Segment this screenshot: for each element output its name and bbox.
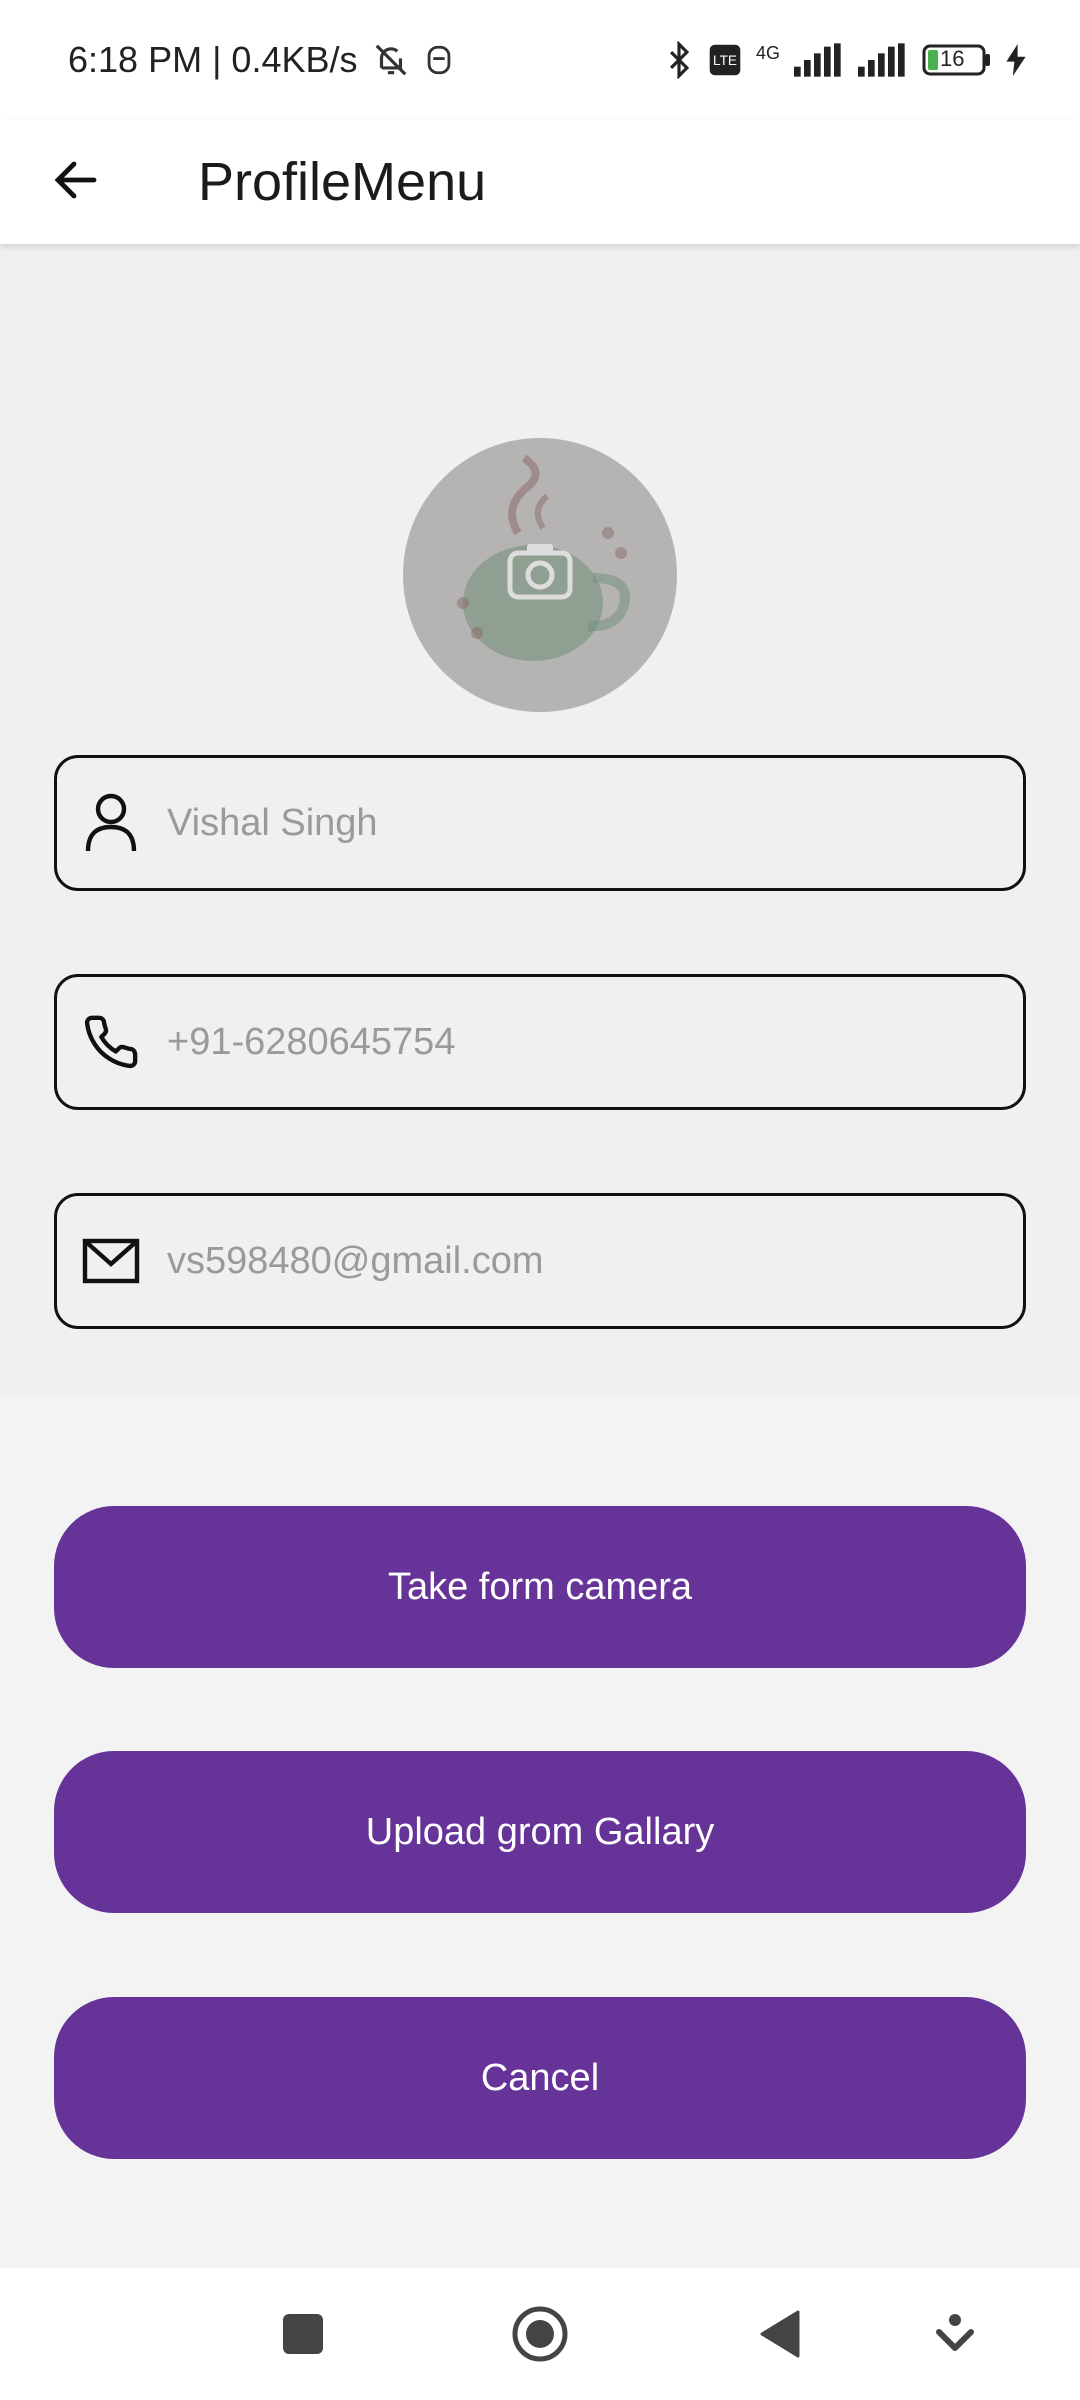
avatar-image [457,454,630,661]
upload-from-gallery-button[interactable]: Upload grom Gallary [54,1751,1026,1913]
pull-down-icon [936,2314,974,2351]
phone-value: +91-6280645754 [167,1020,456,1063]
home-circle-icon [512,2306,568,2362]
app-bar: ProfileMenu [0,120,1080,244]
volte-icon: LTE [708,43,742,77]
take-from-camera-button[interactable]: Take form camera [54,1506,1026,1668]
status-bar: 6:18 PM | 0.4KB/s LTE 4G 16 [0,0,1080,120]
page-title: ProfileMenu [198,152,487,212]
back-button[interactable] [44,150,108,214]
email-value: vs598480@gmail.com [167,1239,544,1282]
assistant-button[interactable] [930,2268,980,2400]
avatar[interactable] [403,438,677,712]
square-icon [283,2314,323,2354]
status-right: LTE 4G 16 [664,41,1026,79]
charging-icon [1006,44,1026,76]
name-value: Vishal Singh [167,801,378,844]
bluetooth-icon [664,41,694,79]
recents-button[interactable] [268,2268,338,2400]
status-time: 6:18 PM | 0.4KB/s [68,39,358,80]
battery-level: 16 [940,46,965,71]
name-field[interactable]: Vishal Singh [54,755,1026,891]
mute-icon [372,41,410,79]
arrow-left-icon [52,156,100,209]
phone-icon [61,977,161,1107]
battery-icon: 16 [922,43,992,77]
profile-section: Vishal Singh +91-6280645754 vs598480@gma… [0,244,1080,1396]
svg-text:LTE: LTE [713,53,737,68]
status-left: 6:18 PM | 0.4KB/s [68,39,454,81]
signal-icon [794,43,844,77]
network-type: 4G [755,43,780,63]
app-notification-icon [424,43,454,77]
email-field[interactable]: vs598480@gmail.com [54,1193,1026,1329]
signal-icon-2 [858,43,908,77]
back-nav-button[interactable] [750,2268,810,2400]
system-nav-bar [0,2268,1080,2400]
mail-icon [61,1196,161,1326]
phone-field[interactable]: +91-6280645754 [54,974,1026,1110]
person-icon [61,758,161,888]
cancel-button[interactable]: Cancel [54,1997,1026,2159]
home-button[interactable] [508,2268,572,2400]
triangle-back-icon [760,2310,800,2358]
